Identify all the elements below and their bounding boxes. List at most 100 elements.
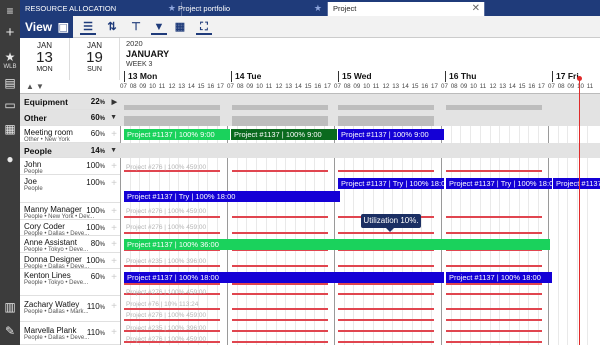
- grid-line: [586, 94, 588, 345]
- people-row-bg: [120, 143, 600, 158]
- overload-line: [338, 232, 434, 234]
- tab-bar: RESOURCE ALLOCATION ★ Project portfolio …: [20, 0, 600, 16]
- toolbar: View ▣ ☰ ⇅ ⊤ ▼ ▦ ⛶: [20, 16, 600, 38]
- hour-tick: 16: [528, 83, 536, 90]
- hour-tick: 10: [363, 83, 370, 90]
- day-header: 15 Wed: [338, 71, 372, 82]
- tab-project[interactable]: Project ✕: [328, 2, 485, 16]
- chevron-right-icon[interactable]: ▶: [112, 98, 117, 106]
- day-header: 14 Tue: [231, 71, 261, 82]
- booking-bar[interactable]: Project #1137 | 100% 9:00: [338, 129, 444, 140]
- hour-tick: 15: [518, 83, 526, 90]
- tab-project-portfolio[interactable]: Project portfolio ★: [173, 2, 328, 16]
- add-icon[interactable]: +: [111, 129, 117, 140]
- hour-tick: 12: [168, 83, 176, 90]
- resource-row-cory[interactable]: Cory Coder People • Dallas • Deve... 100…: [20, 220, 120, 237]
- booking-bar[interactable]: Project #1137 | 100% 18:00: [446, 272, 552, 283]
- booking-bar[interactable]: Project #1137 | Try | 100% 18:00: [446, 178, 552, 189]
- resource-row-kenton[interactable]: Kenton Lines People • Tokyo • Deve... 60…: [20, 269, 120, 296]
- row-percent: 60%: [90, 113, 105, 122]
- calendar-icon[interactable]: ▦: [172, 19, 188, 35]
- wrench-icon[interactable]: ✎: [0, 322, 20, 340]
- hour-tick: 07: [120, 83, 127, 90]
- group-row-people[interactable]: People 14% ▼: [20, 143, 120, 158]
- overload-line: [124, 232, 220, 234]
- chevron-down-icon[interactable]: ▼: [110, 114, 117, 121]
- tab-label: Project: [333, 4, 357, 13]
- row-name: Joe: [24, 177, 37, 186]
- booking-bar[interactable]: Project #1137 | 100% 36:00: [124, 239, 550, 250]
- end-date[interactable]: JAN 19 SUN: [70, 38, 120, 80]
- resource-row-marvella[interactable]: Marvella Plank People • Dallas • Deve...…: [20, 322, 120, 345]
- add-icon[interactable]: +: [111, 256, 117, 267]
- booking-bar[interactable]: Project #1137 | 100% 18:00: [124, 272, 444, 283]
- overload-line: [338, 330, 434, 332]
- booking-bar[interactable]: Project #1137 | 100% 9:00: [231, 129, 337, 140]
- booking-bar[interactable]: Project #1137 | Try | 100% 18:00: [338, 178, 444, 189]
- row-name: Zachary Watley: [24, 300, 80, 309]
- add-icon[interactable]: +: [111, 161, 117, 172]
- resource-row-meeting-room[interactable]: Meeting room Other • New York 60% +: [20, 126, 120, 143]
- hour-tick: 15: [197, 83, 205, 90]
- booking-bar[interactable]: Project #1137 | Try | 100% 18:00: [124, 191, 340, 202]
- fit-screen-icon[interactable]: ⛶: [196, 19, 212, 35]
- drop-icon[interactable]: ●: [0, 150, 20, 168]
- view-button[interactable]: View ▣: [20, 16, 73, 38]
- overload-line: [446, 170, 542, 172]
- overload-line: [232, 170, 328, 172]
- row-name: Marvella Plank: [24, 326, 77, 335]
- end-day: 19: [86, 49, 103, 66]
- add-icon[interactable]: +: [0, 24, 20, 42]
- document-list-icon[interactable]: ▦: [0, 120, 20, 138]
- sort-icon[interactable]: ⇅: [104, 19, 120, 35]
- row-name: John: [24, 160, 42, 169]
- expand-icon[interactable]: ▼: [36, 82, 44, 91]
- booking-bar[interactable]: Project #1137 | Try | 100% 18:00: [553, 178, 600, 189]
- overload-line: [446, 216, 542, 218]
- document-icon[interactable]: ▤: [0, 74, 20, 92]
- hour-tick: 07: [227, 83, 234, 90]
- paint-roller-icon[interactable]: ⊤: [128, 19, 144, 35]
- hour-tick: 07: [334, 83, 341, 90]
- resource-row-manny[interactable]: Manny Manager People • New York • Dev...…: [20, 203, 120, 220]
- ghost-booking: Project #235 | 100% 396:00: [126, 325, 207, 332]
- resource-row-anne[interactable]: Anne Assistant People • Tokyo • Deve... …: [20, 236, 120, 253]
- resource-row-donna[interactable]: Donna Designer People • Dallas • Deve...…: [20, 253, 120, 270]
- add-icon[interactable]: +: [111, 223, 117, 234]
- row-subtitle: People • Dallas • Mark...: [24, 309, 89, 315]
- start-date[interactable]: JAN 13 MON: [20, 38, 70, 80]
- resource-row-john[interactable]: John People 100% +: [20, 158, 120, 175]
- add-icon[interactable]: +: [111, 178, 117, 189]
- add-icon[interactable]: +: [111, 301, 117, 312]
- star-icon[interactable]: ★: [314, 2, 322, 15]
- booking-bar[interactable]: Project #1137 | 100% 9:00: [124, 129, 230, 140]
- overload-line: [338, 319, 434, 321]
- overload-line: [446, 283, 542, 285]
- overload-line: [232, 265, 328, 267]
- reports-icon[interactable]: ▥: [0, 298, 20, 316]
- add-icon[interactable]: +: [111, 272, 117, 283]
- folder-icon[interactable]: ▭: [0, 96, 20, 114]
- add-icon[interactable]: +: [111, 327, 117, 338]
- overload-line: [124, 265, 220, 267]
- save-icon[interactable]: ▣: [58, 16, 69, 38]
- overload-line: [338, 293, 434, 295]
- row-name: Equipment: [24, 97, 68, 107]
- row-name: Kenton Lines: [24, 271, 71, 280]
- group-row-other[interactable]: Other 60% ▼: [20, 110, 120, 126]
- collapse-icon[interactable]: ▲: [26, 82, 34, 91]
- day-header: 17 Fri: [552, 71, 579, 82]
- year-label: 2020: [126, 39, 143, 48]
- list-view-icon[interactable]: ☰: [80, 19, 96, 35]
- hamburger-menu-icon[interactable]: ≡: [0, 2, 20, 20]
- chevron-down-icon[interactable]: ▼: [110, 147, 117, 154]
- group-row-equipment[interactable]: Equipment 22% ▶: [20, 94, 120, 110]
- filter-icon[interactable]: ▼: [151, 19, 167, 35]
- add-icon[interactable]: +: [111, 239, 117, 250]
- resource-row-joe[interactable]: Joe People 100% +: [20, 175, 120, 203]
- close-icon[interactable]: ✕: [472, 2, 480, 15]
- tab-resource-allocation[interactable]: RESOURCE ALLOCATION ★: [20, 2, 182, 16]
- ghost-booking: Project #76 | 10% 113:24: [126, 301, 199, 308]
- resource-row-zachary[interactable]: Zachary Watley People • Dallas • Mark...…: [20, 296, 120, 322]
- add-icon[interactable]: +: [111, 206, 117, 217]
